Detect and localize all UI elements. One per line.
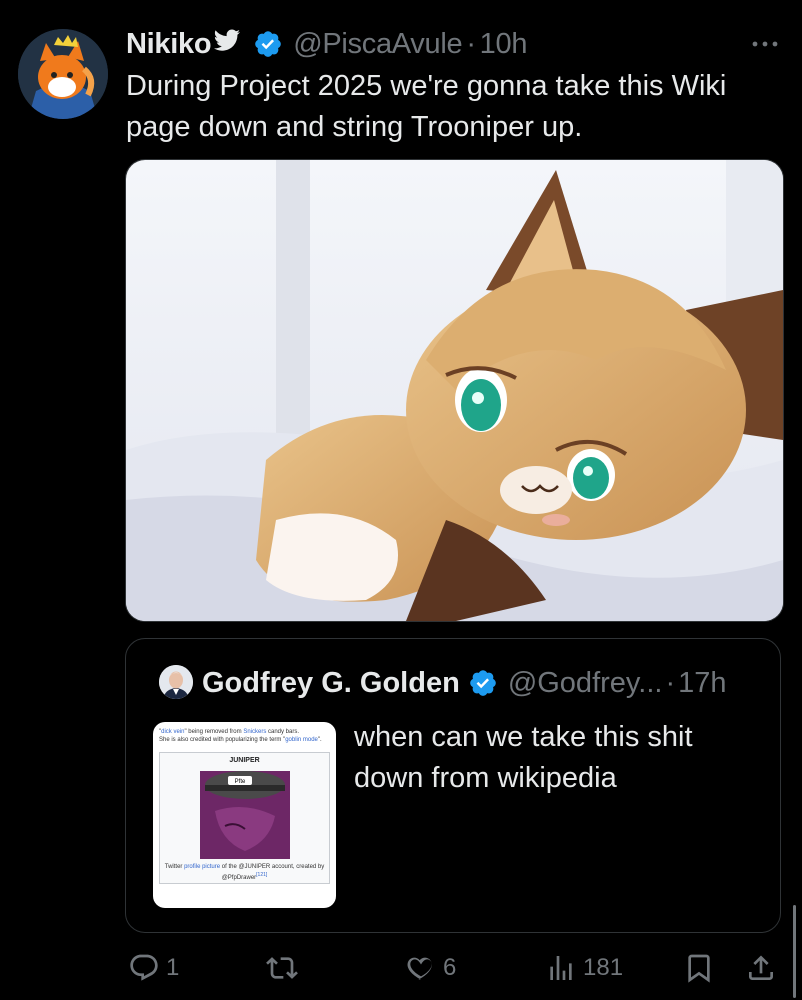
heart-icon: [407, 957, 432, 980]
bookmark-button[interactable]: [683, 945, 715, 991]
quoted-author-handle[interactable]: @Godfrey...: [508, 667, 663, 700]
share-button[interactable]: [745, 945, 777, 991]
quoted-tweet-time[interactable]: 17h: [678, 667, 726, 700]
wiki-line-2: She is also credited with popularizing t…: [159, 736, 330, 744]
wiki-line-1-text: " being removed from: [184, 729, 244, 735]
wiki-link-dick-vein: dick vein: [161, 729, 185, 735]
wiki-excerpt: "dick vein" being removed from Snickers …: [153, 722, 336, 744]
infobox-caption: Twitter profile picture of the @JUNIPER …: [164, 863, 325, 882]
wiki-infobox: JUNIPER Pfte Twitter profile picture of …: [159, 752, 330, 884]
caption-pre: Twitter: [164, 864, 185, 870]
caption-post: of the @JUNIPER account, created by @Pfp…: [220, 864, 325, 881]
quoted-tweet[interactable]: Godfrey G. Golden @Godfrey... · 17h "dic…: [125, 638, 781, 933]
views-chart-icon: [550, 956, 572, 980]
tweet-text: During Project 2025 we're gonna take thi…: [126, 70, 727, 143]
bookmark-icon: [688, 954, 710, 983]
fox-avatar-image: [18, 29, 108, 119]
author-name[interactable]: Nikiko: [126, 28, 212, 61]
author-handle[interactable]: @PiscaAvule: [293, 28, 462, 61]
caption-link: profile picture: [184, 864, 221, 870]
fox-character-illustration: [126, 160, 783, 621]
share-icon: [749, 955, 773, 980]
verified-badge-icon: [253, 29, 283, 59]
like-button[interactable]: 6: [405, 945, 456, 991]
tweet-media-image[interactable]: [125, 159, 784, 622]
wiki-line-2-end: ".: [317, 737, 322, 743]
quoted-author-avatar[interactable]: [159, 665, 193, 699]
views-count: 181: [583, 954, 624, 981]
repost-button[interactable]: [265, 945, 305, 991]
tweet-action-bar: 1 6 181: [0, 945, 802, 991]
infobox-header: JUNIPER: [229, 757, 260, 764]
wiki-link-snickers: Snickers: [243, 729, 267, 735]
views-button[interactable]: 181: [545, 945, 623, 991]
reply-count: 1: [166, 954, 180, 981]
infobox-image: Pfte: [200, 771, 290, 859]
bird-emoji-icon: [213, 28, 241, 61]
header-separator: ·: [466, 27, 476, 60]
more-options-icon[interactable]: [750, 36, 780, 52]
quoted-author-name[interactable]: Godfrey G. Golden: [202, 667, 460, 700]
scrollbar[interactable]: [793, 905, 796, 998]
wiki-line-1-end: candy bars.: [266, 729, 300, 735]
repost-icon: [266, 957, 298, 979]
caption-ref: [121]: [256, 872, 268, 878]
quoted-tweet-text: when can we take this shit down from wik…: [354, 721, 693, 794]
tweet-time[interactable]: 10h: [480, 28, 528, 61]
quoted-separator: ·: [665, 666, 676, 699]
wiki-line-1: "dick vein" being removed from Snickers …: [159, 729, 300, 735]
portrait-avatar-image: [159, 665, 193, 699]
quoted-media-thumbnail[interactable]: "dick vein" being removed from Snickers …: [153, 722, 336, 908]
author-avatar[interactable]: [18, 29, 108, 119]
tweet-header: Nikiko @PiscaAvule · 10h: [126, 24, 782, 64]
wiki-line-2-text: She is also credited with popularizing t…: [159, 737, 286, 743]
like-count: 6: [443, 954, 457, 981]
reply-button[interactable]: 1: [128, 945, 179, 991]
hat-label: Pfte: [235, 779, 246, 785]
wiki-link-goblin-mode: goblin mode: [285, 737, 318, 743]
quoted-tweet-header: Godfrey G. Golden @Godfrey... · 17h: [202, 663, 760, 703]
reply-icon: [130, 954, 158, 981]
quoted-verified-badge-icon: [468, 668, 498, 698]
